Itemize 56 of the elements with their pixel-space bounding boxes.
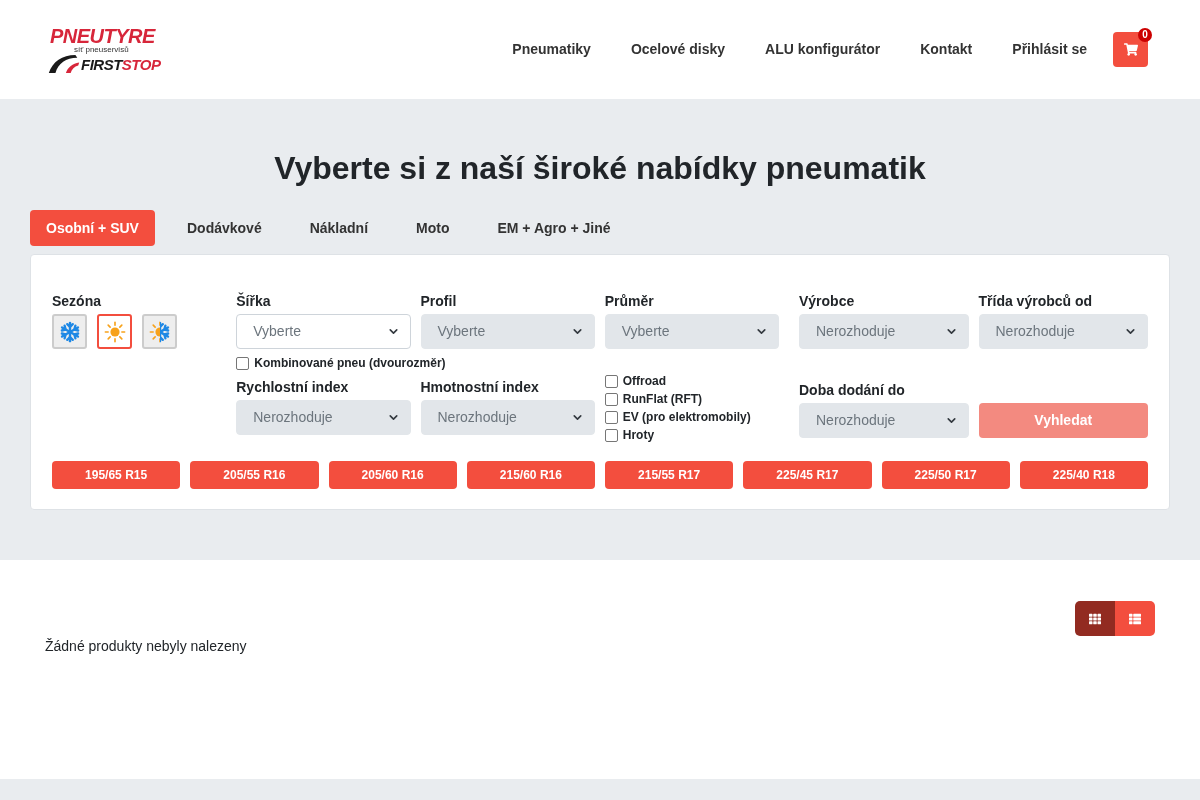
logo-tagline: síť pneuservisů [74, 44, 129, 54]
size-button[interactable]: 225/45 R17 [743, 461, 872, 489]
snowflake-icon [58, 320, 81, 343]
view-toggle-button[interactable] [1075, 601, 1115, 636]
cart-icon [1123, 43, 1138, 56]
field-label: Doba dodání do [799, 381, 905, 400]
field-label: Profil [420, 292, 457, 311]
sun-snowflake-icon [148, 320, 171, 343]
cart-count-badge: 0 [1138, 28, 1152, 42]
category-tab[interactable]: Moto [400, 210, 466, 246]
field-label: Sezóna [52, 292, 101, 311]
size-button[interactable]: 205/55 R16 [190, 461, 319, 489]
view-toggle-button[interactable] [1115, 601, 1155, 636]
checkbox-label: RunFlat (RFT) [622, 391, 703, 407]
size-button[interactable]: 205/60 R16 [328, 461, 457, 489]
checkbox[interactable] [236, 356, 250, 370]
category-tab[interactable]: EM + Agro + Jiné [481, 210, 627, 246]
checkbox[interactable] [604, 428, 618, 442]
nav-link[interactable]: ALU konfigurátor [745, 39, 901, 60]
nav-link[interactable]: Přihlásit se [992, 39, 1107, 60]
field-label: Průměr [604, 292, 654, 311]
page-title: Vyberte si z naší široké nabídky pneumatik [274, 149, 926, 187]
size-button[interactable]: 215/60 R16 [466, 461, 595, 489]
nav-link[interactable]: Pneumatiky [492, 39, 611, 60]
logo-wordmark: PNEUTYRE [49, 26, 155, 45]
dropdown-field[interactable]: Vyberte [236, 314, 411, 349]
season-button[interactable] [142, 314, 177, 349]
size-button[interactable]: 195/65 R15 [52, 461, 181, 489]
category-tab[interactable]: Nákladní [293, 210, 385, 246]
logo-brand: FIRSTSTOP [81, 56, 161, 73]
field-label: Šířka [236, 291, 271, 311]
size-button[interactable]: 225/40 R18 [1019, 461, 1148, 489]
checkbox[interactable] [604, 392, 618, 406]
category-tab[interactable]: Osobní + SUV [30, 210, 155, 246]
field-label: Hmotnostní index [420, 378, 539, 397]
empty-results-message: Žádné produkty nebyly nalezeny [45, 637, 247, 656]
checkbox-label: Offroad [622, 373, 667, 389]
swoosh-icon [48, 53, 80, 73]
season-button[interactable] [97, 314, 132, 349]
category-tab[interactable]: Dodávkové [170, 210, 278, 246]
checkbox-label: Kombinované pneu (dvourozměr) [254, 355, 446, 371]
list-icon [1128, 612, 1142, 625]
checkbox[interactable] [604, 410, 618, 424]
size-button[interactable]: 225/50 R17 [881, 461, 1010, 489]
field-label: Třída výrobců od [978, 292, 1093, 311]
field-label: Výrobce [799, 292, 855, 311]
checkbox-label: Hroty [622, 427, 655, 443]
field-label: Rychlostní index [236, 378, 349, 397]
season-button[interactable] [52, 314, 87, 349]
sun-icon [103, 320, 126, 343]
nav-link[interactable]: Ocelové disky [610, 39, 746, 60]
checkbox[interactable] [604, 374, 618, 388]
size-button[interactable]: 215/55 R17 [605, 461, 734, 489]
nav-link[interactable]: Kontakt [900, 39, 993, 60]
grid-icon [1088, 612, 1102, 625]
checkbox-label: EV (pro elektromobily) [622, 409, 751, 425]
